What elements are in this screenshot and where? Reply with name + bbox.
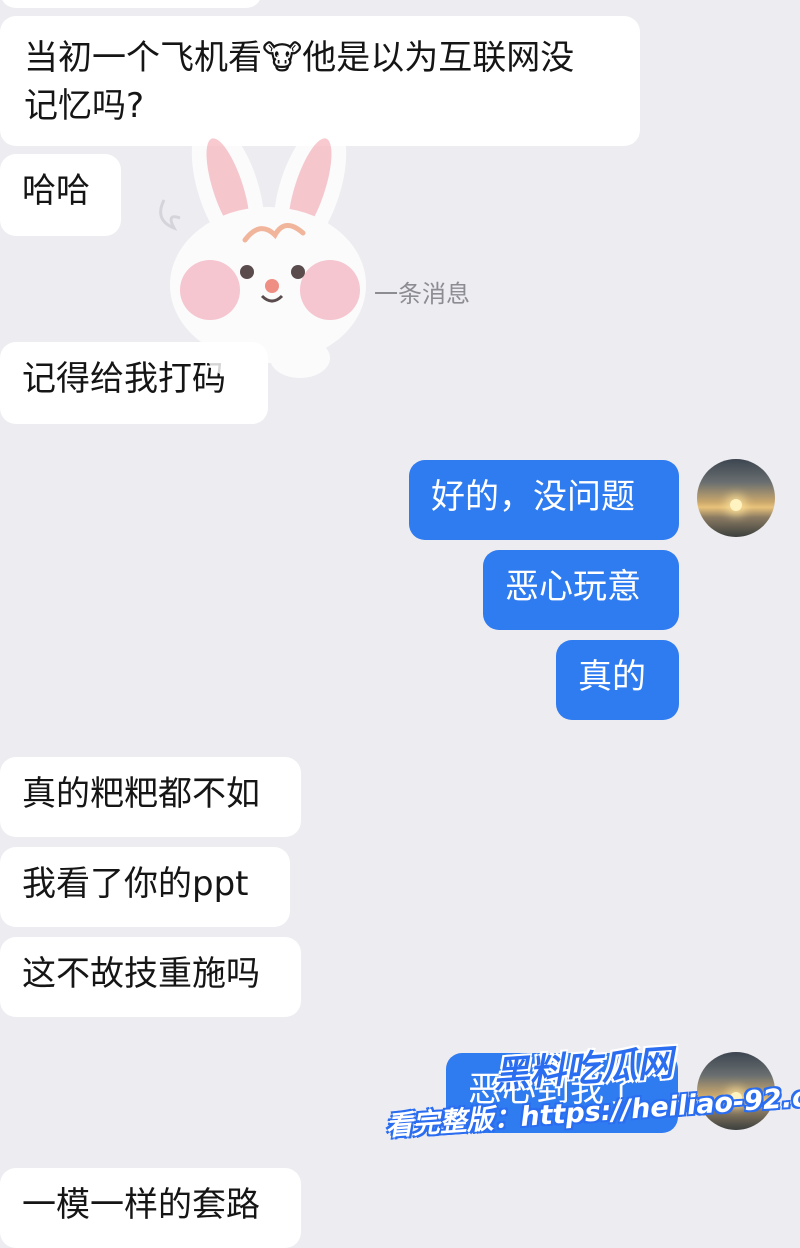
message-text: 一模一样的套路 bbox=[22, 1185, 260, 1225]
outgoing-message[interactable]: 恶心玩意 bbox=[483, 550, 679, 630]
message-text: 我看了你的ppt bbox=[22, 864, 249, 904]
system-notice: 一条消息 bbox=[374, 280, 470, 308]
message-text: 真的 bbox=[578, 657, 646, 697]
message-text: 好的，没问题 bbox=[431, 477, 635, 517]
outgoing-message[interactable]: 真的 bbox=[556, 640, 679, 720]
incoming-message[interactable]: 当初一个飞机看🐮他是以为互联网没 记忆吗? bbox=[0, 16, 640, 146]
incoming-message[interactable]: 真的粑粑都不如 bbox=[0, 757, 301, 837]
sunset-avatar-icon[interactable] bbox=[697, 459, 775, 537]
incoming-message[interactable]: 这不故技重施吗 bbox=[0, 937, 301, 1017]
message-text: 这不故技重施吗 bbox=[22, 954, 260, 994]
message-text: 哈哈 bbox=[22, 171, 90, 211]
message-text: 真的粑粑都不如 bbox=[22, 774, 260, 814]
incoming-message[interactable]: 我看了你的ppt bbox=[0, 847, 290, 927]
message-text: 记得给我打码 bbox=[22, 359, 226, 399]
cow-emoji-icon: 🐮 bbox=[262, 38, 303, 78]
incoming-message[interactable]: 记得给我打码 bbox=[0, 342, 268, 424]
message-text: 恶心玩意 bbox=[505, 567, 641, 607]
incoming-message[interactable]: 哈哈 bbox=[0, 154, 121, 236]
message-text: 记忆吗? bbox=[24, 86, 145, 126]
incoming-message[interactable]: 一模一样的套路 bbox=[0, 1168, 301, 1248]
outgoing-message[interactable]: 好的，没问题 bbox=[409, 460, 679, 540]
message-text: 他是以为互联网没 bbox=[302, 38, 575, 78]
top-partial-bubble[interactable] bbox=[0, 0, 262, 8]
message-text: 当初一个飞机看 bbox=[24, 38, 262, 78]
